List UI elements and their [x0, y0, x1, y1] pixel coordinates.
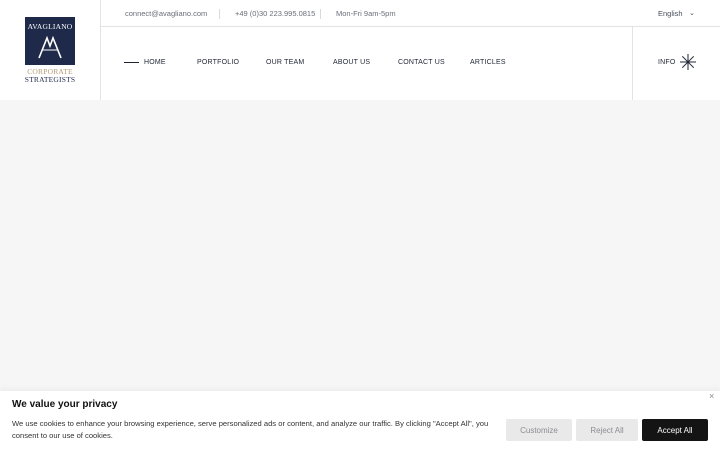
- close-icon[interactable]: ×: [709, 391, 714, 401]
- site-header: AVAGLIANO CORPORATE STRATEGISTS connect@…: [0, 0, 720, 100]
- logo-mark: AVAGLIANO: [25, 17, 75, 65]
- info-label[interactable]: INFO: [658, 59, 676, 66]
- logo-line-strategists: STRATEGISTS: [24, 75, 76, 84]
- chevron-down-icon[interactable]: ⌄: [689, 9, 695, 17]
- main-nav: HOME PORTFOLIO OUR TEAM ABOUT US CONTACT…: [101, 27, 633, 100]
- contact-topbar: connect@avagliano.com +49 (0)30 223.995.…: [101, 0, 720, 27]
- logo-emblem-icon: [38, 35, 62, 59]
- customize-button[interactable]: Customize: [506, 419, 572, 441]
- logo-name: AVAGLIANO: [27, 22, 73, 31]
- cookie-title: We value your privacy: [12, 399, 118, 410]
- email-link[interactable]: connect@avagliano.com: [125, 9, 207, 18]
- info-panel-toggle[interactable]: INFO: [632, 27, 720, 100]
- asterisk-icon[interactable]: [680, 54, 696, 70]
- active-indicator: [124, 62, 139, 63]
- office-hours: Mon-Fri 9am-5pm: [336, 9, 396, 18]
- phone-link[interactable]: +49 (0)30 223.995.0815: [235, 9, 315, 18]
- nav-about-us[interactable]: ABOUT US: [333, 59, 370, 66]
- language-selector[interactable]: English: [658, 9, 683, 18]
- divider: [320, 9, 321, 19]
- accept-all-button[interactable]: Accept All: [642, 419, 708, 441]
- logo[interactable]: AVAGLIANO CORPORATE STRATEGISTS: [0, 0, 101, 100]
- nav-articles[interactable]: ARTICLES: [470, 59, 506, 66]
- divider: [219, 9, 220, 19]
- nav-contact-us[interactable]: CONTACT US: [398, 59, 445, 66]
- cookie-description: We use cookies to enhance your browsing …: [12, 419, 489, 440]
- nav-home[interactable]: HOME: [144, 59, 166, 66]
- reject-all-button[interactable]: Reject All: [576, 419, 638, 441]
- cookie-consent-banner: We value your privacy We use cookies to …: [0, 391, 720, 450]
- nav-portfolio[interactable]: PORTFOLIO: [197, 59, 239, 66]
- nav-our-team[interactable]: OUR TEAM: [266, 59, 304, 66]
